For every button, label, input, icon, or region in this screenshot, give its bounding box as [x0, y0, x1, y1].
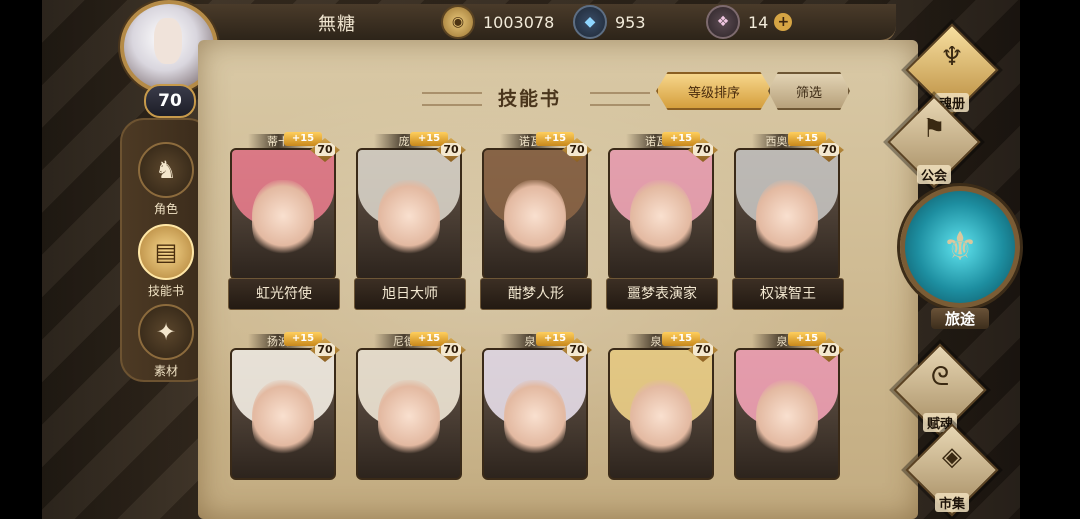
skill-book-card[interactable]: 扬波 +15 70: [228, 332, 340, 512]
card-plus-badge: +15: [788, 132, 826, 146]
blue-crystal-icon: ◆: [573, 5, 607, 39]
card-title: 噩梦表演家: [606, 278, 718, 310]
soul-book-icon: ♆: [940, 42, 964, 72]
card-portrait: [608, 348, 714, 480]
card-face: [756, 180, 818, 260]
card-portrait: [482, 348, 588, 480]
card-title: 虹光符使: [228, 278, 340, 310]
page-title: 技能书: [498, 88, 562, 110]
card-face: [252, 180, 314, 260]
skill-book-card[interactable]: 泉 +15 70: [732, 332, 844, 512]
sidebar-item-materials[interactable]: ✦ 素材: [122, 304, 210, 384]
card-title: 酣梦人形: [480, 278, 592, 310]
player-level-badge: 70: [144, 84, 196, 118]
sidebar-item-label: 素材: [153, 364, 178, 378]
card-title: 旭日大师: [354, 278, 466, 310]
card-plus-badge: +15: [284, 332, 322, 346]
level-sort-button[interactable]: 等级排序: [656, 72, 772, 110]
card-face: [378, 180, 440, 260]
crystal-value: 14: [748, 12, 769, 32]
card-level-value: 70: [819, 343, 839, 356]
skill-book-card[interactable]: 诺瓦 +15 70 酣梦人形: [480, 132, 592, 312]
card-level-value: 70: [441, 143, 461, 156]
coin-icon: ◉: [441, 5, 475, 39]
card-plus-badge: +15: [410, 132, 448, 146]
card-level-value: 70: [315, 343, 335, 356]
skill-book-card[interactable]: 泉 +15 70: [480, 332, 592, 512]
sidebar-item-label: 角色: [153, 202, 178, 216]
card-plus-badge: +15: [410, 332, 448, 346]
skill-book-card[interactable]: 诺瓦 +15 70 噩梦表演家: [606, 132, 718, 312]
card-face: [630, 380, 692, 460]
card-level-value: 70: [567, 143, 587, 156]
soul-infuse-button[interactable]: ᘓ 赋魂: [893, 343, 987, 437]
skill-book-card[interactable]: 庞 +15 70 旭日大师: [354, 132, 466, 312]
crest-icon: ✦: [138, 304, 194, 360]
card-level-value: 70: [567, 343, 587, 356]
card-plus-badge: +15: [284, 132, 322, 146]
card-portrait: [356, 148, 462, 280]
add-crystal-button[interactable]: +: [774, 13, 793, 31]
soul-book-button[interactable]: ♆ 魂册: [905, 23, 999, 117]
skill-book-card[interactable]: 西奥多 +15 70 权谋智王: [732, 132, 844, 312]
username: 無糖: [318, 14, 356, 35]
skill-book-card[interactable]: 泉 +15 70: [606, 332, 718, 512]
skill-book-panel: 技能书 等级排序 筛选 蒂卡 +15 70 虹光符使庞 +15 70 旭日大师 诺瓦 +15 70…: [198, 40, 918, 519]
skill-book-card[interactable]: 蒂卡 +15 70 虹光符使: [228, 132, 340, 312]
card-portrait: [230, 148, 336, 280]
card-plus-badge: +15: [536, 332, 574, 346]
coin-counter: ◉ 1003078: [441, 4, 554, 40]
card-portrait: [608, 148, 714, 280]
sidebar-item-skill-book[interactable]: ▤ 技能书: [122, 224, 210, 304]
card-face: [504, 380, 566, 460]
card-portrait: [356, 348, 462, 480]
guild-button[interactable]: ⚑ 公会: [887, 95, 981, 189]
card-face: [378, 380, 440, 460]
card-plus-badge: +15: [788, 332, 826, 346]
filter-button[interactable]: 筛选: [768, 72, 850, 110]
market-icon: ◈: [942, 442, 962, 472]
card-level-value: 70: [693, 143, 713, 156]
card-face: [252, 380, 314, 460]
card-face: [504, 180, 566, 260]
title-ornament-left: [422, 92, 482, 106]
journey-label: 旅途: [930, 308, 989, 329]
card-level-value: 70: [819, 143, 839, 156]
card-portrait: [734, 348, 840, 480]
right-letterbox: [1020, 0, 1080, 519]
crystal-counter: ❖ 14 +: [706, 4, 793, 40]
gem-value: 953: [615, 12, 646, 32]
card-plus-badge: +15: [536, 132, 574, 146]
skill-book-card[interactable]: 尼德 +15 70: [354, 332, 466, 512]
trident-emblem-icon: ⚜: [900, 186, 1020, 308]
card-face: [756, 380, 818, 460]
guild-icon: ⚑: [922, 114, 946, 144]
swirl-icon: ᘓ: [930, 362, 950, 392]
card-portrait: [482, 148, 588, 280]
card-plus-badge: +15: [662, 332, 700, 346]
sidebar-item-character[interactable]: ♞ 角色: [122, 142, 210, 222]
card-portrait: [230, 348, 336, 480]
card-level-value: 70: [441, 343, 461, 356]
card-title: 权谋智王: [732, 278, 844, 310]
card-plus-badge: +15: [662, 132, 700, 146]
card-face: [630, 180, 692, 260]
title-ornament-right: [590, 92, 650, 106]
market-button[interactable]: ◈ 市集: [905, 423, 999, 517]
left-letterbox: [0, 0, 42, 519]
card-portrait: [734, 148, 840, 280]
sidebar-item-label: 技能书: [147, 284, 184, 298]
card-level-value: 70: [315, 143, 335, 156]
coin-value: 1003078: [483, 12, 555, 32]
journey-button[interactable]: ⚜ 旅途: [900, 172, 1020, 329]
gem-counter: ◆ 953: [573, 4, 646, 40]
card-level-value: 70: [693, 343, 713, 356]
pink-crystal-icon: ❖: [706, 5, 740, 39]
market-label: 市集: [934, 493, 969, 512]
helmet-icon: ♞: [138, 142, 194, 198]
book-icon: ▤: [138, 224, 194, 280]
